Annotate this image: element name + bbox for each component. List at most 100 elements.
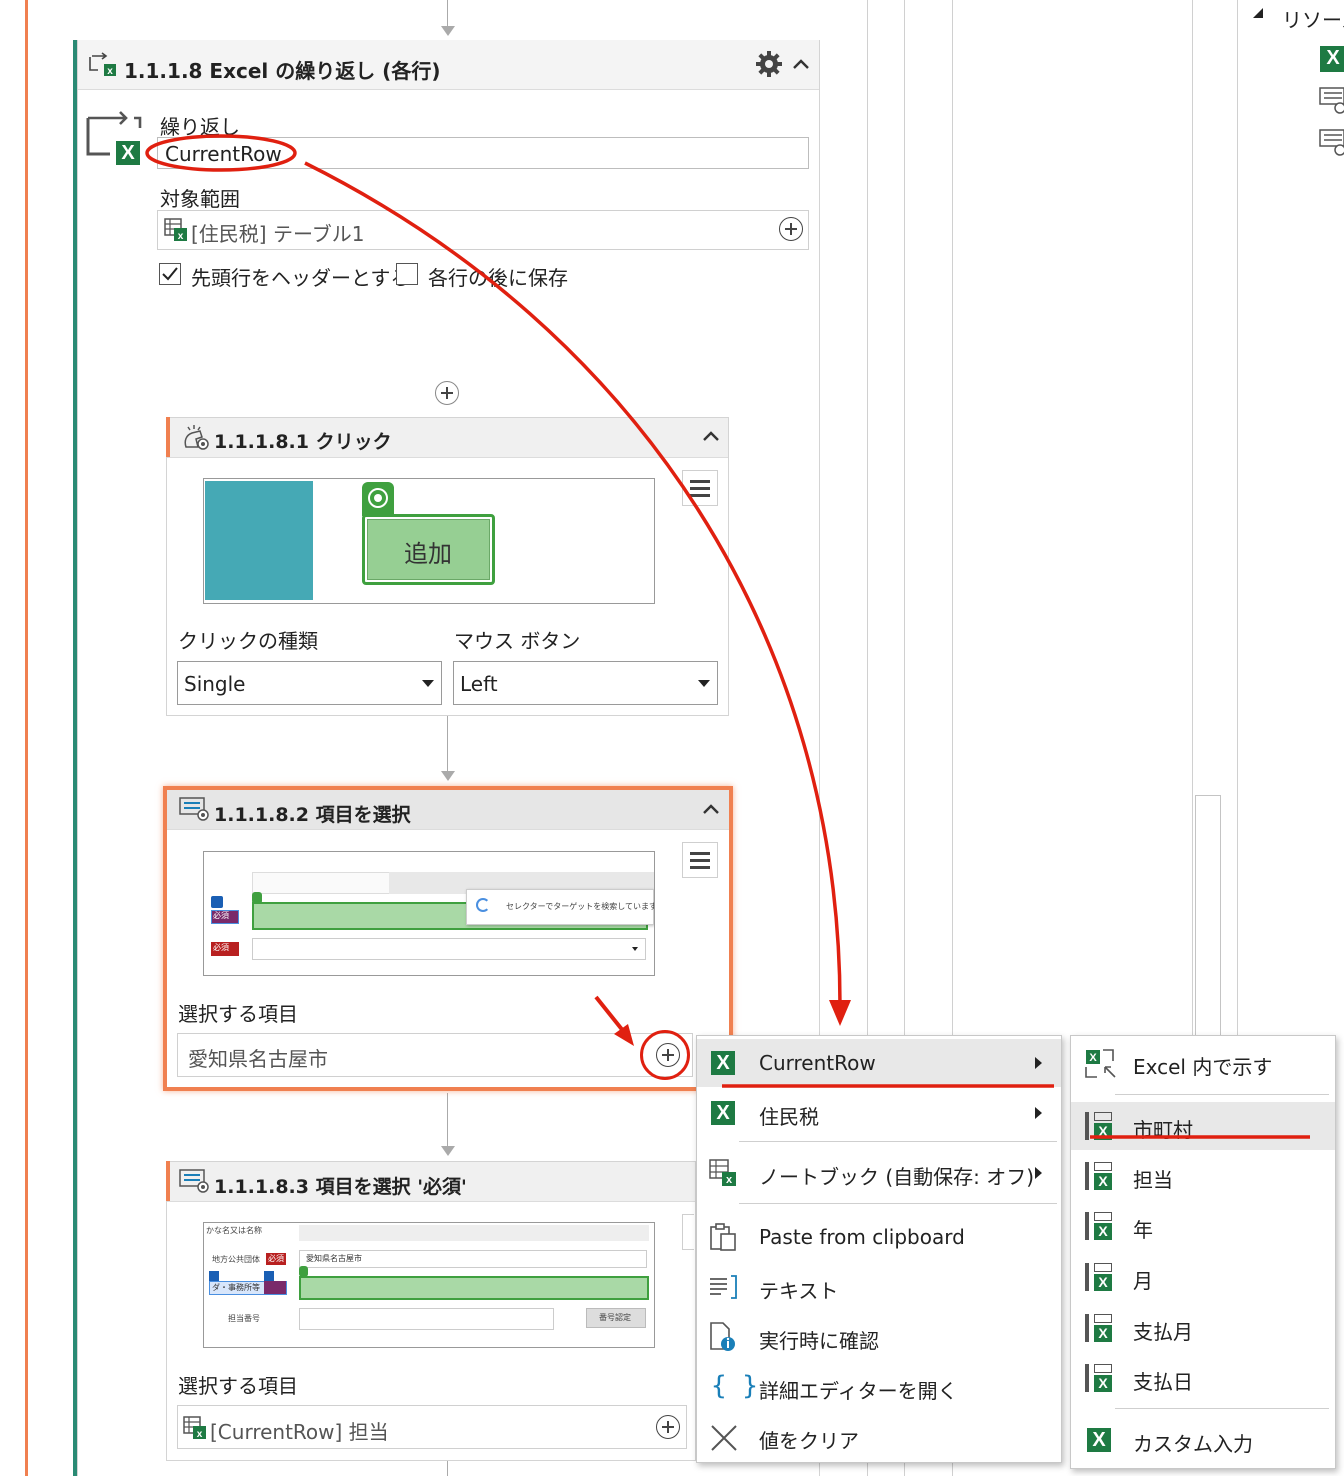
document-info-icon [710,1322,735,1351]
flow-arrowhead [441,26,455,36]
submenu-item-column[interactable]: X 年 [1071,1202,1335,1250]
resources-title: リソース [1282,8,1344,32]
column-icon: X [1085,1312,1115,1342]
excel-table-icon: x [164,218,187,242]
select-item-icon[interactable] [1318,128,1344,156]
click-icon [184,425,209,450]
menu-item-label: 詳細エディターを開く [759,1379,958,1403]
submenu-item-column[interactable]: X 市町村 [1071,1102,1335,1150]
menu-item-label: 担当 [1133,1168,1173,1192]
menu-separator [1115,1094,1329,1095]
chevron-up-icon[interactable] [791,56,811,72]
menu-separator [739,1203,1057,1204]
preview-status-text: セレクターでターゲットを検索しています。 [506,902,655,911]
menu-item-currentrow[interactable]: X CurrentRow [697,1039,1061,1087]
column-icon: X [1085,1210,1115,1240]
flow-arrowhead [441,1146,455,1156]
select-item-icon [179,797,209,821]
clear-x-icon [711,1425,737,1451]
excel-table-icon: x [709,1159,736,1186]
loop-title: 1.1.1.8 Excel の繰り返し (各行) [124,59,441,83]
menu-item-paste-clipboard[interactable]: Paste from clipboard [697,1213,1061,1261]
menu-item-label: 住民税 [759,1105,819,1129]
select-target-preview: 必須 必須 セレクターでターゲットを検索しています。 [203,851,655,976]
required-badge: 必須 [213,911,229,920]
submenu-item-column[interactable]: X 担当 [1071,1152,1335,1200]
step-menu-icon[interactable] [682,470,718,506]
menu-item-open-editor[interactable]: { } 詳細エディターを開く [697,1363,1061,1411]
preview-button-label: 追加 [404,540,452,568]
clipboard-icon [710,1223,736,1251]
step-menu-icon[interactable] [682,842,718,878]
preview-teal-block [205,481,313,600]
chevron-up-icon[interactable] [701,801,721,817]
excel-icon: X [711,1101,735,1125]
scrollbar-track[interactable] [1192,0,1193,1040]
collapse-triangle-icon[interactable] [1251,6,1265,20]
flow-connector [447,1460,448,1476]
select-item-icon [179,1169,209,1193]
add-circle-icon[interactable] [656,1415,680,1439]
excel-icon[interactable]: X [1320,46,1344,72]
submenu-item-column[interactable]: X 支払日 [1071,1354,1335,1402]
preview-row-label: 地方公共団体 [212,1255,260,1264]
dropdown-caret-icon [698,680,710,687]
submenu-item-show-in-excel[interactable]: X Excel 内で示す [1071,1039,1335,1087]
add-step-icon[interactable] [435,381,459,405]
repeat-label: 繰り返し [160,115,240,139]
excel-indicate-icon: X [1085,1049,1116,1078]
excel-table-icon: x [183,1416,206,1440]
step-accent-bar [166,1161,170,1201]
column-icon: X [1085,1160,1115,1190]
insert-value-menu: X CurrentRow X 住民税 x ノートブック (自動保存: オフ) P… [696,1035,1062,1463]
excel-icon: X [1087,1428,1111,1452]
menu-item-label: 支払日 [1133,1370,1193,1394]
braces-icon: { } [711,1371,758,1401]
flow-arrowhead [441,771,455,781]
excel-icon: X [711,1051,735,1075]
click-type-label: クリックの種類 [178,629,318,653]
preview-button-label: 番号認定 [599,1313,631,1322]
submenu-item-custom-input[interactable]: X カスタム入力 [1071,1416,1335,1464]
submenu-arrow-icon [1035,1107,1042,1119]
submenu-arrow-icon [1035,1057,1042,1069]
menu-item-label: Excel 内で示す [1133,1055,1273,1079]
column-icon: X [1085,1261,1115,1291]
menu-item-label: 市町村 [1133,1118,1193,1142]
text-icon [710,1275,737,1299]
save-each-row-checkbox[interactable] [396,263,418,285]
submenu-item-column[interactable]: X 月 [1071,1253,1335,1301]
svg-text:x: x [726,1174,733,1186]
save-each-row-checkbox-label: 各行の後に保存 [428,266,568,290]
step-menu-icon-partial[interactable] [682,1214,694,1250]
range-value: [住民税] テーブル1 [191,222,365,246]
menu-item-ask-at-runtime[interactable]: 実行時に確認 [697,1313,1061,1361]
preview-row-label: 担当番号 [228,1314,260,1323]
gear-icon[interactable] [754,49,784,79]
menu-item-notebook[interactable]: x ノートブック (自動保存: オフ) [697,1149,1061,1197]
menu-item-juminzei[interactable]: X 住民税 [697,1089,1061,1137]
step-accent-bar [166,417,170,457]
svg-text:X: X [1089,1052,1097,1064]
menu-item-clear-value[interactable]: 値をクリア [697,1413,1061,1461]
flow-connector [447,1093,448,1148]
add-circle-icon[interactable] [779,217,803,241]
menu-item-label: 支払月 [1133,1320,1193,1344]
click-type-value: Single [184,672,246,696]
menu-item-text[interactable]: テキスト [697,1263,1061,1311]
menu-item-label: 年 [1133,1218,1153,1242]
chevron-up-icon[interactable] [701,428,721,444]
select-required-item-label: 選択する項目 [178,1374,298,1398]
select-required-step-title: 1.1.1.8.3 項目を選択 '必須' [214,1176,467,1198]
currentrow-submenu: X Excel 内で示す X 市町村 X 担当 X 年 X 月 X 支払月 X … [1070,1035,1336,1469]
svg-text:x: x [178,231,184,242]
submenu-item-column[interactable]: X 支払月 [1071,1304,1335,1352]
select-required-preview: かな名又は名称 地方公共団体 必須 愛知県名古屋市 ダ・事務所等 担当番号 番号… [203,1222,655,1348]
select-item-icon[interactable] [1318,86,1344,114]
menu-item-label: 月 [1133,1269,1153,1293]
preview-row-label: ダ・事務所等 [212,1283,260,1292]
flow-connector [447,715,448,775]
scrollbar-thumb[interactable] [1195,795,1221,1040]
header-row-checkbox[interactable] [159,263,181,285]
panel-divider [1237,0,1238,1040]
